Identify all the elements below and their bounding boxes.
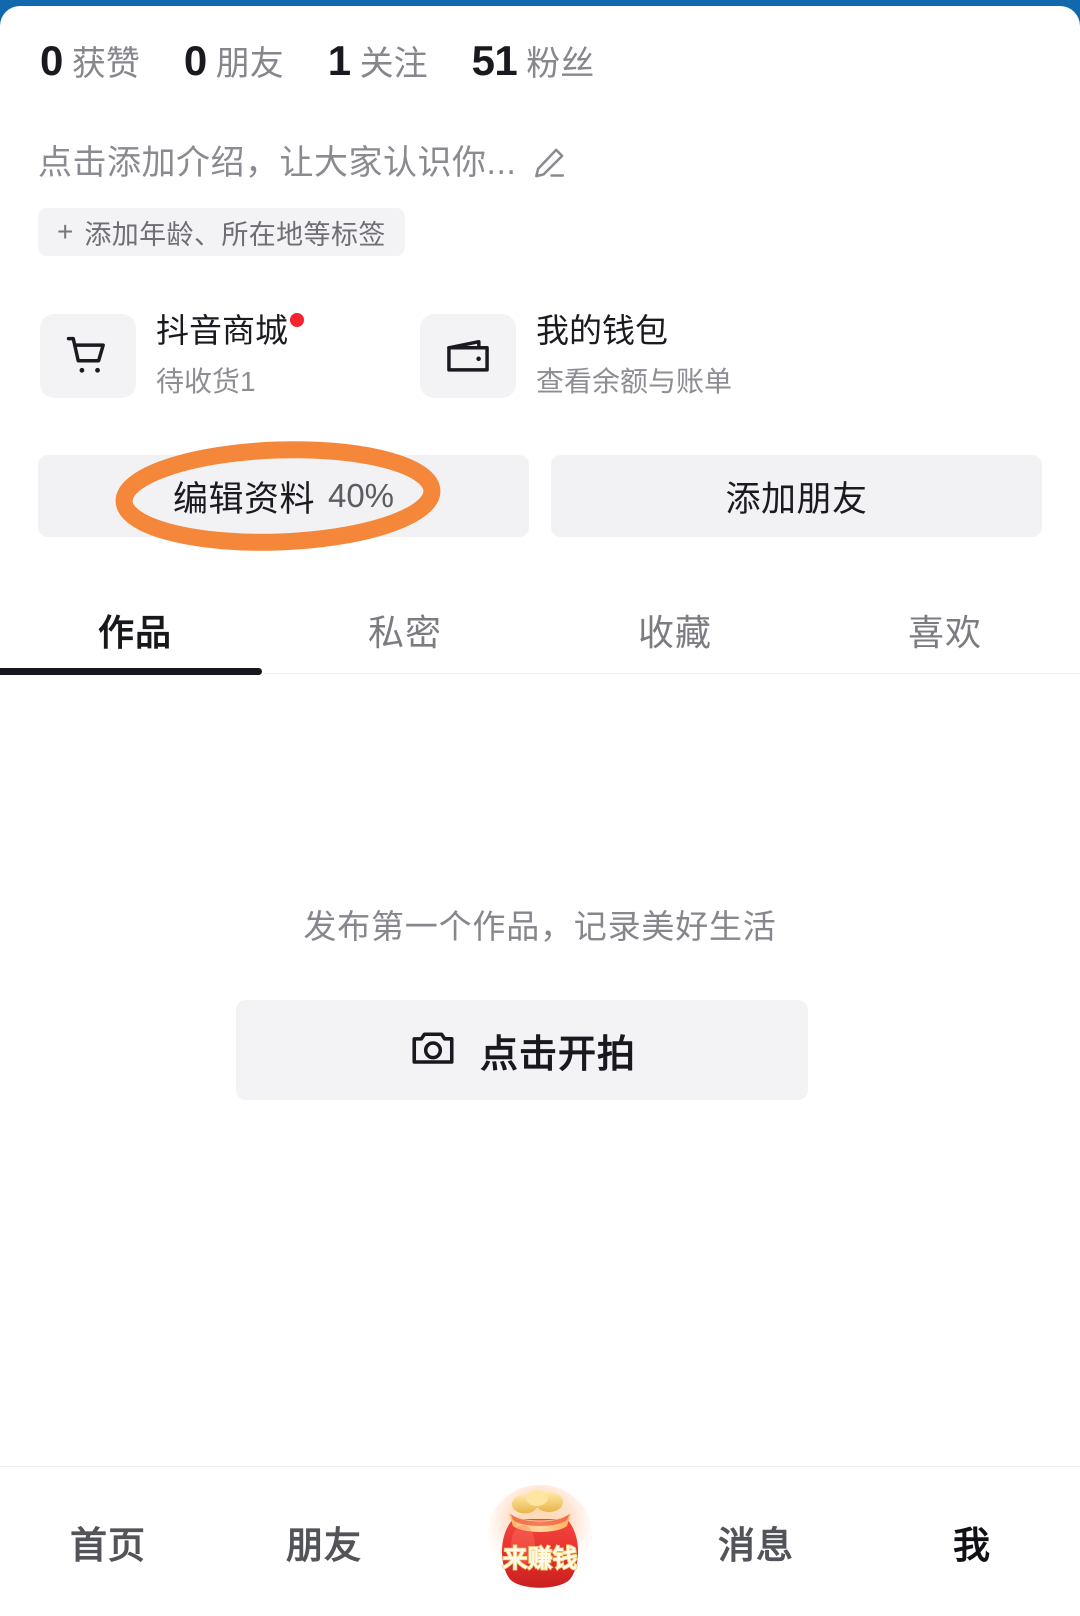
stat-likes-label: 获赞 [71, 45, 140, 83]
tab-works-label: 作品 [97, 612, 172, 653]
entry-douyin-mall-subtitle: 待收货1 [156, 366, 256, 398]
svg-text:来赚钱: 来赚钱 [502, 1544, 577, 1573]
empty-state-hint: 发布第一个作品，记录美好生活 [303, 908, 777, 945]
stat-friends-value: 0 [183, 37, 207, 84]
stat-followers-value: 51 [471, 37, 518, 84]
start-shooting-button[interactable]: 点击开拍 [236, 1000, 808, 1100]
profile-stats-row: 0 获赞 0 朋友 1 关注 51 粉丝 [40, 36, 638, 85]
tab-private[interactable]: 私密 [270, 584, 540, 676]
notification-dot-badge [290, 313, 304, 327]
entry-my-wallet[interactable]: 我的钱包 查看余额与账单 [420, 311, 800, 400]
add-tags-button[interactable]: + 添加年龄、所在地等标签 [38, 208, 405, 256]
capture-frame-inner [0, 6, 1080, 26]
nav-item-messages[interactable]: 消息 [648, 1467, 864, 1616]
active-tab-indicator [0, 668, 262, 675]
tab-favorites-label: 收藏 [637, 612, 712, 653]
stat-followers[interactable]: 51 粉丝 [472, 36, 595, 85]
nav-item-profile[interactable]: 我 [864, 1467, 1080, 1616]
wallet-icon [420, 313, 516, 398]
add-tags-label: 添加年龄、所在地等标签 [84, 219, 386, 250]
bio-placeholder-text: 点击添加介绍，让大家认识你... [38, 144, 517, 182]
stat-likes-value: 0 [40, 37, 63, 84]
bio-row[interactable]: 点击添加介绍，让大家认识你... [38, 143, 568, 184]
entry-my-wallet-body: 我的钱包 查看余额与账单 [536, 311, 732, 400]
entry-douyin-mall-title-wrap: 抖音商城 [156, 311, 304, 351]
nav-item-home[interactable]: 首页 [0, 1467, 216, 1616]
profile-action-row: 编辑资料 40% 添加朋友 [38, 455, 1042, 537]
edit-profile-label: 编辑资料 [172, 479, 315, 519]
pencil-icon [530, 144, 568, 182]
stat-following-value: 1 [327, 37, 351, 84]
edit-profile-button[interactable]: 编辑资料 40% [38, 455, 529, 537]
add-friend-button[interactable]: 添加朋友 [551, 455, 1042, 537]
tab-works[interactable]: 作品 [0, 584, 270, 676]
entry-douyin-mall[interactable]: 抖音商城 待收货1 [40, 311, 420, 400]
tab-likes-label: 喜欢 [907, 612, 982, 653]
capture-frame-top-edge [0, 0, 1080, 26]
nav-item-friends[interactable]: 朋友 [216, 1467, 432, 1616]
entry-douyin-mall-title: 抖音商城 [156, 312, 288, 349]
shopping-cart-icon [40, 313, 136, 398]
stat-likes[interactable]: 0 获赞 [40, 36, 140, 85]
stat-friends[interactable]: 0 朋友 [184, 36, 284, 85]
nav-item-profile-label: 我 [953, 1524, 991, 1566]
entry-my-wallet-title: 我的钱包 [536, 312, 668, 349]
add-friend-label: 添加朋友 [725, 479, 868, 519]
tab-favorites[interactable]: 收藏 [540, 584, 810, 676]
profile-tab-bar: 作品 私密 收藏 喜欢 [0, 584, 1080, 676]
start-shooting-label: 点击开拍 [479, 1033, 636, 1076]
entry-my-wallet-title-wrap: 我的钱包 [536, 311, 732, 351]
edit-profile-percent: 40% [327, 477, 395, 514]
stat-followers-label: 粉丝 [526, 45, 595, 83]
nav-item-messages-label: 消息 [718, 1524, 794, 1566]
stat-friends-label: 朋友 [215, 45, 284, 83]
camera-icon [408, 1023, 458, 1078]
plus-icon: + [57, 216, 74, 247]
entry-my-wallet-subtitle: 查看余额与账单 [536, 366, 733, 398]
nav-item-home-label: 首页 [70, 1524, 146, 1566]
douyin-profile-screen: 0 获赞 0 朋友 1 关注 51 粉丝 点击添加介绍，让大家认识你... + … [0, 0, 1080, 1616]
moneybag-icon: 来赚钱 [487, 1483, 593, 1601]
tab-likes[interactable]: 喜欢 [810, 584, 1080, 676]
tab-private-label: 私密 [367, 612, 442, 653]
quick-entries-row: 抖音商城 待收货1 我的钱包 查看余额与账单 [40, 311, 1040, 400]
bottom-navigation-bar: 首页 朋友 来赚钱 消息 我 [0, 1467, 1080, 1616]
entry-douyin-mall-body: 抖音商城 待收货1 [156, 311, 304, 400]
stat-following[interactable]: 1 关注 [328, 36, 428, 85]
nav-item-earn-money[interactable]: 来赚钱 [432, 1467, 648, 1616]
stat-following-label: 关注 [359, 45, 428, 83]
nav-item-friends-label: 朋友 [286, 1524, 362, 1566]
